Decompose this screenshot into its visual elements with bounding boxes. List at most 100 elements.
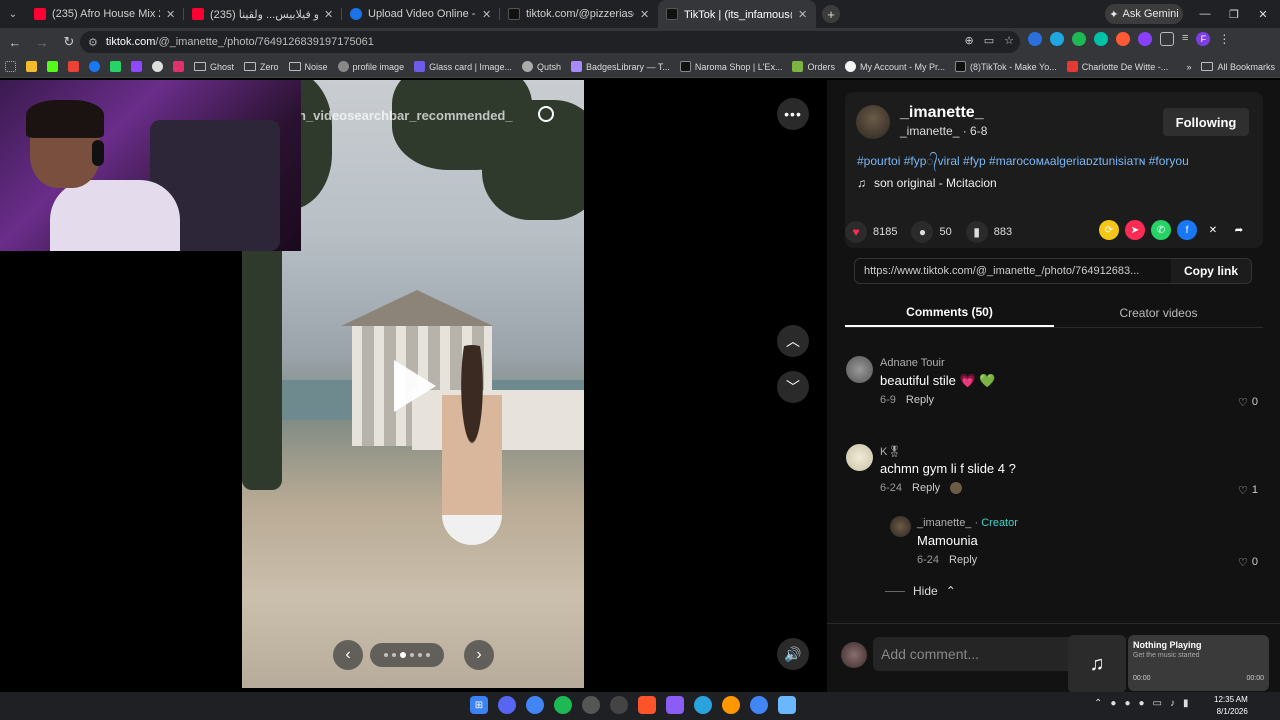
bookmark-icon-facebook[interactable] xyxy=(84,61,105,72)
volume-icon[interactable]: 🔊 xyxy=(777,638,809,670)
bookmark-link[interactable]: profile image xyxy=(333,61,410,72)
copy-link-button[interactable]: Copy link xyxy=(1171,259,1251,283)
my-avatar[interactable] xyxy=(841,642,867,668)
next-post-icon[interactable]: ﹀ xyxy=(777,371,809,403)
commenter-name[interactable]: K🎖 xyxy=(880,445,901,458)
post-sound[interactable]: ♫ son original - Mcitacion xyxy=(857,176,997,190)
browser-tab[interactable]: tiktok.com/@pizzeriasouli33/fe ✕ xyxy=(500,0,658,28)
slide-dot[interactable] xyxy=(426,653,430,657)
tray-app-icon[interactable]: ● xyxy=(1124,698,1130,709)
commenter-name[interactable]: Adnane Touir xyxy=(880,357,945,369)
tab-menu-icon[interactable]: ≡ xyxy=(1182,32,1188,46)
chrome-icon[interactable] xyxy=(526,696,544,714)
following-button[interactable]: Following xyxy=(1163,108,1249,136)
music-widget-icon[interactable]: ♫ xyxy=(1068,635,1126,693)
bookmark-link[interactable]: Orders xyxy=(787,61,840,72)
app-icon[interactable] xyxy=(610,696,628,714)
bookmark-link[interactable]: Glass card | Image... xyxy=(409,61,517,72)
next-slide-icon[interactable]: › xyxy=(464,640,494,670)
brave-icon[interactable] xyxy=(638,696,656,714)
back-icon[interactable]: ← xyxy=(3,30,27,54)
bookmark-icon-twitch[interactable] xyxy=(126,61,147,72)
browser-tab[interactable]: Upload Video Online - Free Vid ✕ xyxy=(342,0,500,28)
bookmark-icon-whatsapp[interactable] xyxy=(105,61,126,72)
bookmark-folder[interactable]: Noise xyxy=(284,62,333,72)
bookmark-link[interactable]: Qutsh xyxy=(517,61,566,72)
browser-tab[interactable]: (235) خرجنا ندورو فيلابيس... ولقينا ✕ xyxy=(184,0,342,28)
bookmark-link[interactable]: Charlotte De Witte -... xyxy=(1062,61,1174,72)
comment-like[interactable]: ♡ 1 xyxy=(1238,484,1258,497)
slide-dot[interactable] xyxy=(392,653,396,657)
previous-slide-icon[interactable]: ‹ xyxy=(333,640,363,670)
address-bar[interactable]: ⚙ tiktok.com/@_imanette_/photo/764912683… xyxy=(80,31,1020,53)
whatsapp-icon[interactable]: ✆ xyxy=(1151,220,1171,240)
profile-avatar[interactable]: F xyxy=(1196,32,1211,46)
commenter-name[interactable]: _imanette_ · Creator xyxy=(917,517,1018,529)
now-playing-card[interactable]: Nothing Playing Get the music started 00… xyxy=(1128,635,1269,691)
commenter-avatar[interactable] xyxy=(890,516,911,537)
like-stat[interactable]: ♥ 8185 xyxy=(845,221,897,243)
close-tab-icon[interactable]: ✕ xyxy=(166,8,176,21)
tab-creator-videos[interactable]: Creator videos xyxy=(1054,298,1263,327)
bookmark-icon-instagram[interactable] xyxy=(168,61,189,72)
zoom-icon[interactable]: ⊕ xyxy=(965,34,974,47)
repost-icon[interactable]: ⟳ xyxy=(1099,220,1119,240)
chrome-profile-icon[interactable] xyxy=(750,696,768,714)
commenter-avatar[interactable] xyxy=(846,444,873,471)
spotify-icon[interactable] xyxy=(554,696,572,714)
previous-post-icon[interactable]: ︿ xyxy=(777,325,809,357)
save-stat[interactable]: ▮ 883 xyxy=(965,221,1012,243)
comment-stat[interactable]: ● 50 xyxy=(911,221,952,243)
browser-tab[interactable]: (235) Afro House Mix 2024 ✕ xyxy=(26,0,184,28)
extension-icon[interactable] xyxy=(1028,32,1042,46)
tray-app-icon[interactable]: ● xyxy=(1110,698,1116,709)
app-icon[interactable] xyxy=(778,696,796,714)
bookmark-link[interactable]: (8)TikTok - Make Yo... xyxy=(950,61,1062,72)
facebook-icon[interactable]: f xyxy=(1177,220,1197,240)
author-avatar[interactable] xyxy=(856,105,890,139)
x-icon[interactable]: ✕ xyxy=(1203,220,1223,240)
cast-icon[interactable]: ▭ xyxy=(984,34,994,47)
app-icon[interactable] xyxy=(582,696,600,714)
extension-icon[interactable] xyxy=(1094,32,1108,46)
author-username[interactable]: _imanette_ xyxy=(900,104,984,122)
comment-input[interactable]: Add comment... xyxy=(873,637,1093,671)
send-icon[interactable]: ➤ xyxy=(1125,220,1145,240)
browser-menu-icon[interactable]: ⋮ xyxy=(1218,32,1230,46)
more-options-icon[interactable]: ••• xyxy=(777,98,809,130)
app-icon[interactable] xyxy=(722,696,740,714)
play-icon[interactable] xyxy=(394,360,436,412)
bookmark-link[interactable]: BadgesLibrary — T... xyxy=(566,61,675,72)
start-icon[interactable]: ⊞ xyxy=(470,696,488,714)
restore-icon[interactable]: ❐ xyxy=(1219,0,1249,28)
network-icon[interactable]: ▭ xyxy=(1153,698,1162,709)
share-icon[interactable]: ➦ xyxy=(1229,220,1249,240)
reload-icon[interactable]: ↻ xyxy=(57,30,81,54)
apps-icon[interactable] xyxy=(0,61,21,72)
bookmark-icon-threads[interactable] xyxy=(147,61,168,72)
extension-icon[interactable] xyxy=(1072,32,1086,46)
extension-icon[interactable] xyxy=(1050,32,1064,46)
slide-dot[interactable] xyxy=(418,653,422,657)
bookmark-folder[interactable]: Zero xyxy=(239,62,284,72)
bookmark-icon-k[interactable] xyxy=(42,61,63,72)
close-tab-icon[interactable]: ✕ xyxy=(482,8,492,21)
app-icon[interactable] xyxy=(666,696,684,714)
browser-tab-active[interactable]: TikTok | (its_infamous@) كريم ✕ xyxy=(658,0,816,28)
extension-icon[interactable] xyxy=(1138,32,1152,46)
all-bookmarks[interactable]: All Bookmarks xyxy=(1196,62,1280,72)
close-tab-icon[interactable]: ✕ xyxy=(798,8,808,21)
taskbar-clock[interactable]: 12:35 AM 8/1/2026 xyxy=(1214,694,1248,718)
post-link-url[interactable]: https://www.tiktok.com/@_imanette_/photo… xyxy=(864,265,1171,277)
new-tab-button[interactable]: + xyxy=(822,5,840,23)
extension-icon[interactable] xyxy=(1116,32,1130,46)
forward-icon[interactable]: → xyxy=(30,30,54,54)
slide-dot[interactable] xyxy=(410,653,414,657)
comment-like[interactable]: ♡ 0 xyxy=(1238,556,1258,569)
extensions-puzzle-icon[interactable] xyxy=(1160,32,1174,46)
bookmark-icon-gmail[interactable] xyxy=(63,61,84,72)
chevron-up-icon[interactable]: ⌃ xyxy=(1094,698,1102,709)
slide-dot[interactable] xyxy=(384,653,388,657)
bookmark-link[interactable]: Naroma Shop | L'Ex... xyxy=(675,61,788,72)
commenter-avatar[interactable] xyxy=(846,356,873,383)
